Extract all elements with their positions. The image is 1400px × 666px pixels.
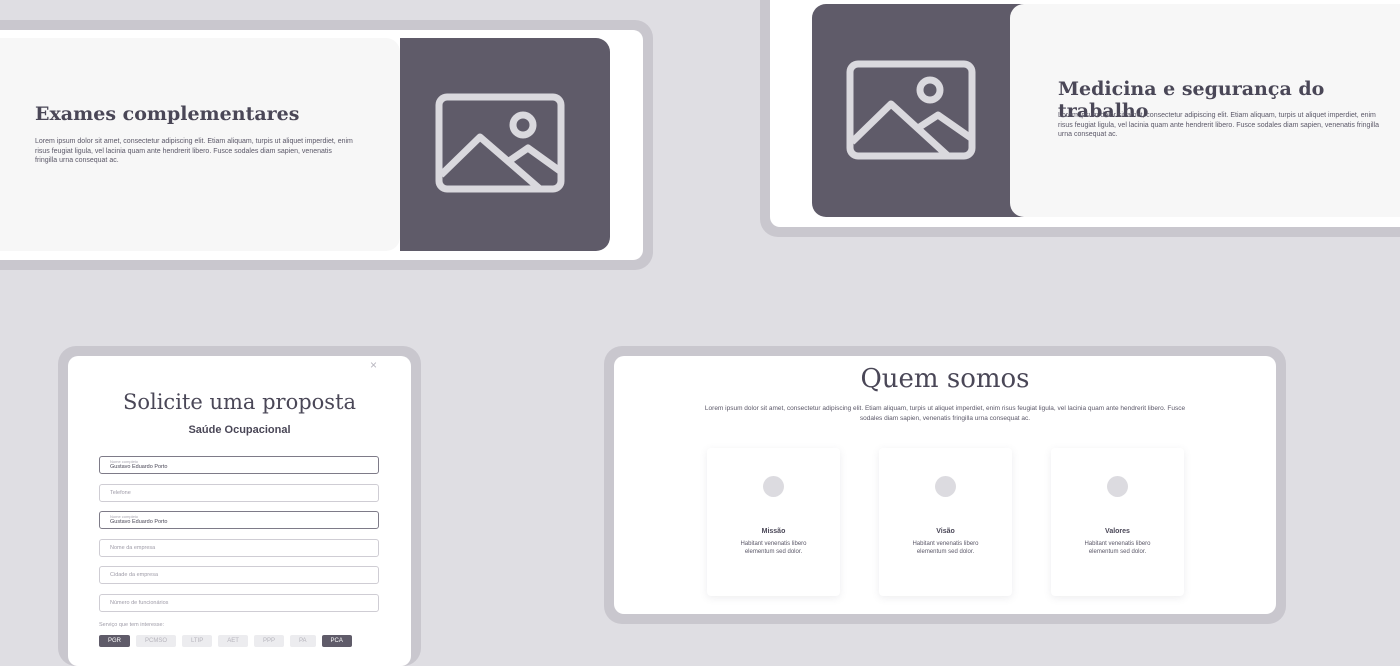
proposal-form: × Solicite uma proposta Saúde Ocupaciona… [68,356,411,666]
exames-card-body: Lorem ipsum dolor sit amet, consectetur … [35,138,353,164]
phone-field[interactable]: Telefone [99,484,379,502]
medicina-card-image [812,4,1042,217]
medicina-card[interactable]: Medicina e segurança do trabalho Lorem i… [770,0,1400,227]
service-chip-ppp[interactable]: PPP [253,635,284,647]
form-title: Solicite uma proposta [122,390,357,414]
service-chip-pca[interactable]: PCA [321,635,352,647]
proposal-form-frame: × Solicite uma proposta Saúde Ocupaciona… [58,346,421,666]
image-placeholder-icon [435,93,565,193]
company-city-field[interactable]: Cidade da empresa [99,566,379,584]
service-chip-pa[interactable]: PA [289,635,316,647]
value-card-missao: Missão Habitant venenatis libero element… [707,448,840,596]
close-icon[interactable]: × [370,358,377,372]
value-card-title: Visão [936,528,955,535]
value-icon-placeholder [1107,476,1128,497]
value-card-desc: Habitant venenatis libero elementum sed … [1084,541,1151,555]
services-label: Serviço que tem interesse: [99,622,165,628]
about-title: Quem somos [860,364,1030,394]
name-field-2[interactable]: Nome completo Gustavo Eduardo Porto [99,511,379,529]
about-body: Lorem ipsum dolor sit amet, consectetur … [704,405,1186,422]
company-city-placeholder: Cidade da empresa [110,572,159,578]
exames-card[interactable]: Exames complementares Lorem ipsum dolor … [0,30,643,260]
exames-card-image [400,38,610,251]
service-chip-aet[interactable]: AET [218,635,248,647]
medicina-card-body: Lorem ipsum dolor sit amet, consectetur … [1058,112,1380,138]
value-card-visao: Visão Habitant venenatis libero elementu… [879,448,1012,596]
service-chips: PGR PCMSO LTIP AET PPP PA PCA [99,635,352,647]
image-placeholder-icon [846,60,976,160]
employee-count-field[interactable]: Número de funcionários [99,594,379,612]
name-field-value: Gustavo Eduardo Porto [110,464,168,470]
employee-count-placeholder: Número de funcionários [110,600,169,606]
service-chip-pcmso[interactable]: PCMSO [136,635,177,647]
value-card-title: Valores [1105,528,1130,535]
value-icon-placeholder [935,476,956,497]
value-card-desc: Habitant venenatis libero elementum sed … [912,541,979,555]
exames-card-title: Exames complementares [35,103,300,125]
about-frame: Quem somos Lorem ipsum dolor sit amet, c… [604,346,1286,624]
name-field[interactable]: Nome completo Gustavo Eduardo Porto [99,456,379,474]
service-chip-ltip[interactable]: LTIP [182,635,213,647]
value-card-valores: Valores Habitant venenatis libero elemen… [1051,448,1184,596]
form-subtitle: Saúde Ocupacional [188,424,291,436]
name-field-2-value: Gustavo Eduardo Porto [110,519,168,525]
value-card-desc: Habitant venenatis libero elementum sed … [740,541,807,555]
medicina-card-frame: Medicina e segurança do trabalho Lorem i… [760,0,1400,237]
phone-field-placeholder: Telefone [110,490,131,496]
service-chip-pgr[interactable]: PGR [99,635,131,647]
value-card-title: Missão [761,528,786,535]
value-icon-placeholder [763,476,784,497]
about-section: Quem somos Lorem ipsum dolor sit amet, c… [614,356,1276,614]
company-name-field[interactable]: Nome da empresa [99,539,379,557]
company-name-placeholder: Nome da empresa [110,545,156,551]
exames-card-frame: Exames complementares Lorem ipsum dolor … [0,20,653,270]
